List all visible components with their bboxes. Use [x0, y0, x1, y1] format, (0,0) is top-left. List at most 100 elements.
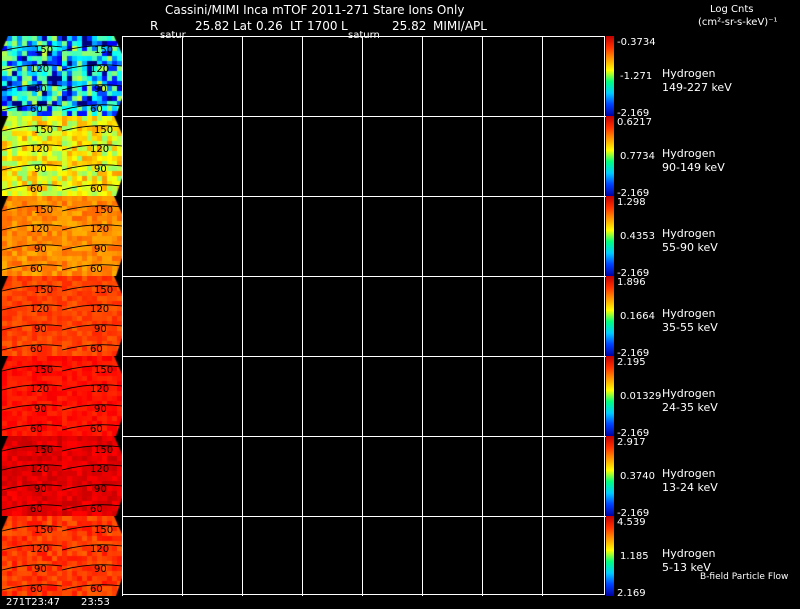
- contour-line: [61, 404, 123, 411]
- contour-label: 60: [30, 264, 43, 275]
- contour-label: 90: [34, 484, 47, 495]
- colorbar-max: -0.3734: [617, 37, 656, 48]
- contour-label: 120: [30, 384, 49, 395]
- contour-line: [61, 324, 123, 331]
- contour-label: 150: [94, 45, 113, 56]
- colorbar-max: 2.917: [617, 437, 646, 448]
- contour-label: 60: [90, 184, 103, 195]
- contour-label: 150: [94, 125, 113, 136]
- contour-line: [61, 164, 123, 171]
- contour-line: [1, 244, 63, 251]
- colorbar-mid: 0.01329: [620, 391, 662, 402]
- colorbar: [606, 356, 614, 436]
- contour-label: 60: [90, 504, 103, 515]
- colorbar-max: 2.195: [617, 357, 646, 368]
- contour-label: 90: [94, 564, 107, 575]
- contour-label: 60: [30, 504, 43, 515]
- species-label: Hydrogen: [662, 227, 716, 240]
- contour-label: 90: [34, 564, 47, 575]
- colorbar-max: 1.298: [617, 197, 646, 208]
- contour-line: [1, 564, 63, 571]
- contour-label: 150: [34, 365, 53, 376]
- contour-line: [61, 484, 123, 491]
- contour-label: 120: [30, 304, 49, 315]
- contour-label: 60: [30, 344, 43, 355]
- contour-line: [61, 84, 123, 91]
- contour-label: 150: [34, 205, 53, 216]
- contour-label: 60: [90, 104, 103, 115]
- species-label: Hydrogen: [662, 67, 716, 80]
- contour-line: [1, 404, 63, 411]
- colorbar-mid: 1.185: [620, 551, 649, 562]
- contour-label: 60: [30, 584, 43, 595]
- contour-label: 60: [90, 584, 103, 595]
- energy-range-label: 13-24 keV: [662, 481, 718, 494]
- colorbar: [606, 196, 614, 276]
- contour-label: 90: [34, 164, 47, 175]
- contour-label: 60: [30, 184, 43, 195]
- time-label-end: 23:53: [81, 597, 110, 608]
- colorbar-max: 0.6217: [617, 117, 652, 128]
- contour-label: 120: [90, 304, 109, 315]
- contour-label: 60: [90, 264, 103, 275]
- colorbar: [606, 436, 614, 516]
- colorbar-max: 1.896: [617, 277, 646, 288]
- contour-label: 90: [94, 404, 107, 415]
- contour-label: 90: [34, 324, 47, 335]
- contour-label: 90: [94, 164, 107, 175]
- contour-label: 150: [34, 45, 53, 56]
- contour-label: 150: [94, 205, 113, 216]
- energy-range-label: 24-35 keV: [662, 401, 718, 414]
- colorbar: [606, 516, 614, 596]
- contour-label: 150: [94, 285, 113, 296]
- species-label: Hydrogen: [662, 547, 716, 560]
- colorbar-mid: 0.1664: [620, 311, 655, 322]
- energy-range-label: 55-90 keV: [662, 241, 718, 254]
- contour-label: 90: [94, 484, 107, 495]
- contour-line: [1, 484, 63, 491]
- colorbar-mid: -1.271: [620, 71, 653, 82]
- contour-label: 150: [94, 445, 113, 456]
- colorbar: [606, 116, 614, 196]
- contour-label: 120: [30, 64, 49, 75]
- contour-line: [61, 244, 123, 251]
- contour-label: 120: [30, 464, 49, 475]
- contour-label: 120: [90, 224, 109, 235]
- contour-label: 120: [90, 384, 109, 395]
- contour-label: 120: [90, 64, 109, 75]
- contour-label: 90: [94, 244, 107, 255]
- time-label-start: 271T23:47: [6, 597, 61, 608]
- contour-line: [61, 564, 123, 571]
- species-label: Hydrogen: [662, 467, 716, 480]
- energy-range-label: 149-227 keV: [662, 81, 732, 94]
- contour-label: 150: [94, 525, 113, 536]
- contour-label: 60: [30, 424, 43, 435]
- colorbar-mid: 0.3740: [620, 471, 655, 482]
- contour-label: 90: [34, 244, 47, 255]
- energy-range-label: 35-55 keV: [662, 321, 718, 334]
- contour-label: 150: [34, 125, 53, 136]
- contour-line: [1, 164, 63, 171]
- footer-note: B-field Particle Flow: [700, 572, 789, 582]
- energy-range-label: 90-149 keV: [662, 161, 725, 174]
- species-label: Hydrogen: [662, 147, 716, 160]
- colorbar: [606, 276, 614, 356]
- contour-label: 90: [94, 84, 107, 95]
- contour-label: 120: [30, 224, 49, 235]
- contour-label: 120: [90, 544, 109, 555]
- contour-label: 120: [30, 144, 49, 155]
- colorbar-max: 4.539: [617, 517, 646, 528]
- colorbar-mid: 0.7734: [620, 151, 655, 162]
- contour-label: 120: [90, 144, 109, 155]
- contour-label: 60: [30, 104, 43, 115]
- contour-line: [1, 324, 63, 331]
- contour-label: 90: [94, 324, 107, 335]
- contour-line: [1, 84, 63, 91]
- contour-label: 150: [34, 525, 53, 536]
- contour-label: 150: [34, 285, 53, 296]
- contour-label: 120: [30, 544, 49, 555]
- contour-label: 120: [90, 464, 109, 475]
- colorbar: [606, 36, 614, 116]
- contour-label: 90: [34, 84, 47, 95]
- contour-label: 60: [90, 344, 103, 355]
